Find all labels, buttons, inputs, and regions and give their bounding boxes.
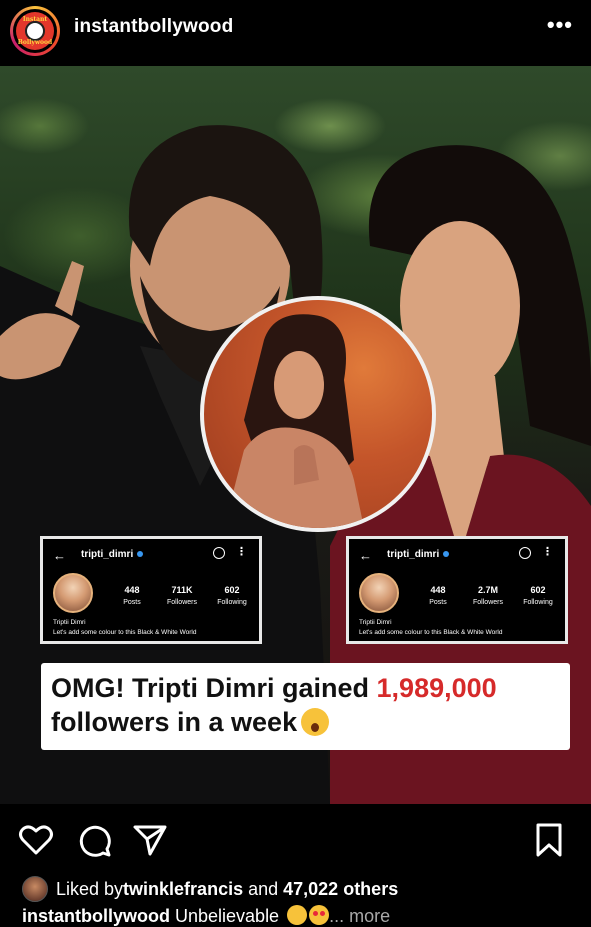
exploding-head-emoji-icon [301,708,330,736]
verified-badge-icon [137,551,144,558]
post-header: Instant Bollywood instantbollywood ••• [0,0,591,62]
card-profile-pic [53,573,93,613]
headline-banner: OMG! Tripti Dimri gained 1,989,000 follo… [41,663,570,750]
profile-card-before: ← tripti_dimri ⋮ 448 Posts 711K Followers … [40,536,262,644]
back-arrow-icon: ← [359,548,372,563]
card-profile-pic [359,573,399,613]
card-bio: Let's add some colour to this Black & Wh… [359,629,503,636]
card-bio: Let's add some colour to this Black & Wh… [53,629,197,636]
headline-line-1: OMG! Tripti Dimri gained 1,989,000 [51,673,497,703]
card-full-name: Triptii Dimri [359,619,392,626]
bookmark-icon[interactable] [531,822,567,858]
instantbollywood-logo: Instant Bollywood [16,12,54,50]
card-full-name: Triptii Dimri [53,619,86,626]
card-handle: tripti_dimri [387,549,450,560]
post-caption: instantbollywood Unbelievable ... more [22,905,390,927]
caption-username[interactable]: instantbollywood [22,906,170,926]
post-username[interactable]: instantbollywood [74,16,233,38]
follower-gain-number: 1,989,000 [376,673,497,703]
heart-eyes-emoji-icon [309,905,330,925]
card-following-stat: 602 Following [523,585,553,606]
threads-icon [213,547,225,559]
liker-avatar[interactable] [22,876,48,902]
card-menu-icon: ⋮ [236,546,247,558]
caption-text: Unbelievable [170,906,285,926]
post-image[interactable]: ← tripti_dimri ⋮ 448 Posts 711K Followers … [0,66,591,804]
card-posts-stat: 448 Posts [429,585,447,606]
clock-icon [25,21,45,41]
more-options-icon[interactable]: ••• [547,12,573,38]
verified-badge-icon [443,551,450,558]
likes-count[interactable]: 47,022 others [283,879,398,900]
threads-icon [519,547,531,559]
comment-icon[interactable] [76,822,112,858]
profile-card-after: ← tripti_dimri ⋮ 448 Posts 2.7M Followers … [346,536,568,644]
inset-woman-figure [224,314,364,528]
card-followers-stat: 711K Followers [167,585,197,606]
profile-avatar[interactable]: Instant Bollywood [10,6,60,56]
heart-icon[interactable] [18,822,54,858]
back-arrow-icon: ← [53,548,66,563]
card-posts-stat: 448 Posts [123,585,141,606]
smile-emoji-icon [287,905,308,925]
likes-summary[interactable]: Liked by twinklefrancis and 47,022 other… [22,876,398,902]
logo-text-top: Instant [22,16,48,23]
logo-text-bottom: Bollywood [17,39,53,46]
share-icon[interactable] [132,822,168,858]
card-menu-icon: ⋮ [542,546,553,558]
caption-more-link[interactable]: ... more [329,906,390,926]
circle-inset-photo [200,296,436,532]
post-action-bar [0,810,591,868]
headline-line-2: followers in a week [51,705,560,739]
card-followers-stat: 2.7M Followers [473,585,503,606]
card-following-stat: 602 Following [217,585,247,606]
liker-username[interactable]: twinklefrancis [123,879,243,900]
card-handle: tripti_dimri [81,549,144,560]
